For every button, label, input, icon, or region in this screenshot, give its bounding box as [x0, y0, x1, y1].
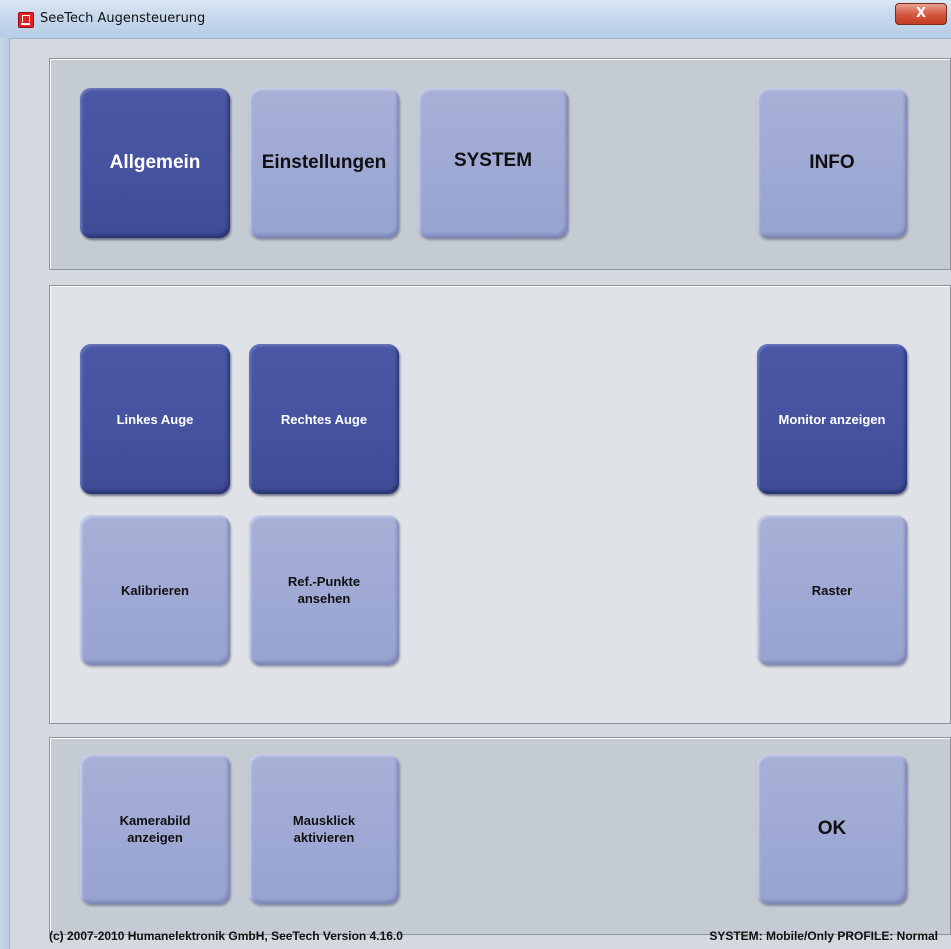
monitor-button[interactable]: Monitor anzeigen: [757, 344, 907, 494]
grid-button[interactable]: Raster: [757, 515, 907, 665]
grid-label: Raster: [811, 582, 853, 598]
calibrate-label: Kalibrieren: [121, 582, 189, 598]
tab-einstellungen-label: Einstellungen: [261, 152, 387, 173]
bottom-panel: Kamerabild anzeigen Mausklick aktivieren…: [49, 737, 951, 935]
tab-info-label: INFO: [809, 152, 855, 173]
window-frame: [0, 38, 10, 949]
ok-label: OK: [817, 818, 847, 839]
left-eye-button[interactable]: Linkes Auge: [80, 344, 230, 494]
right-eye-label: Rechtes Auge: [280, 411, 368, 427]
ref-points-label: Ref.-Punkte ansehen: [287, 574, 361, 606]
camera-image-label: Kamerabild anzeigen: [119, 813, 191, 845]
tab-allgemein-label: Allgemein: [109, 152, 201, 173]
tab-info[interactable]: INFO: [757, 88, 907, 238]
close-button[interactable]: X: [895, 3, 947, 25]
mouseclick-label: Mausklick aktivieren: [292, 813, 356, 845]
copyright-text: (c) 2007-2010 Humanelektronik GmbH, SeeT…: [49, 929, 403, 943]
tab-panel: Allgemein Einstellungen SYSTEM INFO: [49, 58, 951, 270]
main-panel: Linkes Auge Rechtes Auge Monitor anzeige…: [49, 285, 951, 724]
tab-allgemein[interactable]: Allgemein: [80, 88, 230, 238]
ok-button[interactable]: OK: [757, 754, 907, 904]
tab-system-label: SYSTEM: [453, 150, 533, 171]
ref-points-button[interactable]: Ref.-Punkte ansehen: [249, 515, 399, 665]
status-text: SYSTEM: Mobile/Only PROFILE: Normal: [709, 929, 938, 943]
left-eye-label: Linkes Auge: [116, 411, 194, 427]
client-area: Allgemein Einstellungen SYSTEM INFO Link…: [10, 39, 951, 949]
camera-image-button[interactable]: Kamerabild anzeigen: [80, 754, 230, 904]
app-icon: [18, 12, 34, 28]
mouseclick-button[interactable]: Mausklick aktivieren: [249, 754, 399, 904]
window-title: SeeTech Augensteuerung: [40, 11, 206, 26]
monitor-label: Monitor anzeigen: [778, 411, 886, 427]
tab-einstellungen[interactable]: Einstellungen: [249, 88, 399, 238]
title-bar[interactable]: SeeTech Augensteuerung X: [0, 0, 951, 39]
right-eye-button[interactable]: Rechtes Auge: [249, 344, 399, 494]
calibrate-button[interactable]: Kalibrieren: [80, 515, 230, 665]
tab-system[interactable]: SYSTEM: [418, 88, 568, 238]
